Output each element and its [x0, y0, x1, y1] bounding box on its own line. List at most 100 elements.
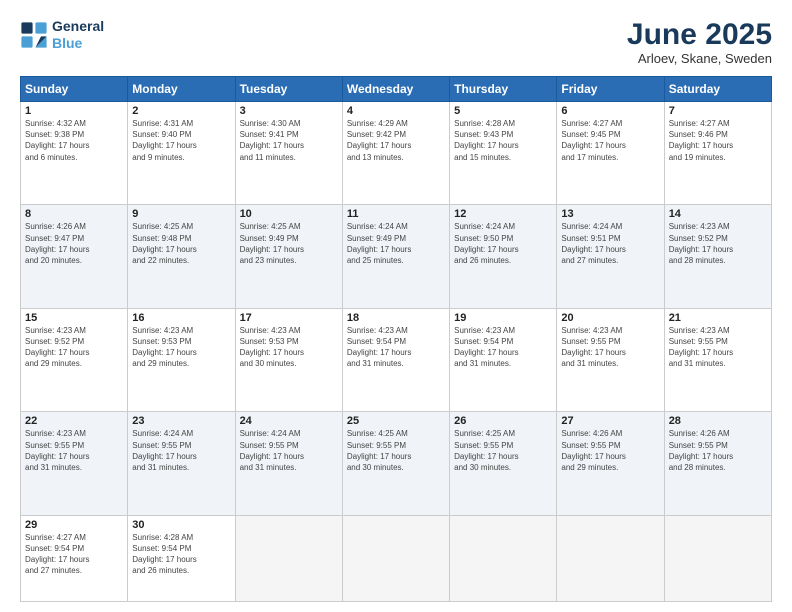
table-row: 29Sunrise: 4:27 AM Sunset: 9:54 PM Dayli…	[21, 515, 128, 601]
header-monday: Monday	[128, 77, 235, 102]
day-info: Sunrise: 4:23 AM Sunset: 9:55 PM Dayligh…	[669, 325, 767, 370]
day-number: 4	[347, 105, 445, 117]
day-info: Sunrise: 4:26 AM Sunset: 9:55 PM Dayligh…	[561, 428, 659, 473]
calendar-week-row: 29Sunrise: 4:27 AM Sunset: 9:54 PM Dayli…	[21, 515, 772, 601]
logo-icon	[20, 21, 48, 49]
calendar-header-row: Sunday Monday Tuesday Wednesday Thursday…	[21, 77, 772, 102]
day-info: Sunrise: 4:25 AM Sunset: 9:55 PM Dayligh…	[454, 428, 552, 473]
day-number: 7	[669, 105, 767, 117]
table-row: 14Sunrise: 4:23 AM Sunset: 9:52 PM Dayli…	[664, 205, 771, 308]
day-info: Sunrise: 4:24 AM Sunset: 9:55 PM Dayligh…	[132, 428, 230, 473]
day-info: Sunrise: 4:27 AM Sunset: 9:54 PM Dayligh…	[25, 532, 123, 577]
calendar-week-row: 8Sunrise: 4:26 AM Sunset: 9:47 PM Daylig…	[21, 205, 772, 308]
header: General Blue June 2025 Arloev, Skane, Sw…	[20, 18, 772, 66]
table-row: 6Sunrise: 4:27 AM Sunset: 9:45 PM Daylig…	[557, 102, 664, 205]
day-info: Sunrise: 4:24 AM Sunset: 9:55 PM Dayligh…	[240, 428, 338, 473]
day-info: Sunrise: 4:23 AM Sunset: 9:53 PM Dayligh…	[132, 325, 230, 370]
day-number: 15	[25, 312, 123, 324]
table-row: 26Sunrise: 4:25 AM Sunset: 9:55 PM Dayli…	[450, 412, 557, 515]
day-number: 23	[132, 415, 230, 427]
table-row: 30Sunrise: 4:28 AM Sunset: 9:54 PM Dayli…	[128, 515, 235, 601]
table-row: 2Sunrise: 4:31 AM Sunset: 9:40 PM Daylig…	[128, 102, 235, 205]
day-number: 28	[669, 415, 767, 427]
day-number: 9	[132, 208, 230, 220]
day-info: Sunrise: 4:23 AM Sunset: 9:53 PM Dayligh…	[240, 325, 338, 370]
table-row: 27Sunrise: 4:26 AM Sunset: 9:55 PM Dayli…	[557, 412, 664, 515]
day-info: Sunrise: 4:28 AM Sunset: 9:43 PM Dayligh…	[454, 118, 552, 163]
table-row: 22Sunrise: 4:23 AM Sunset: 9:55 PM Dayli…	[21, 412, 128, 515]
day-info: Sunrise: 4:23 AM Sunset: 9:52 PM Dayligh…	[25, 325, 123, 370]
day-number: 21	[669, 312, 767, 324]
table-row: 17Sunrise: 4:23 AM Sunset: 9:53 PM Dayli…	[235, 308, 342, 411]
table-row: 13Sunrise: 4:24 AM Sunset: 9:51 PM Dayli…	[557, 205, 664, 308]
calendar-week-row: 15Sunrise: 4:23 AM Sunset: 9:52 PM Dayli…	[21, 308, 772, 411]
table-row: 12Sunrise: 4:24 AM Sunset: 9:50 PM Dayli…	[450, 205, 557, 308]
day-number: 27	[561, 415, 659, 427]
day-info: Sunrise: 4:25 AM Sunset: 9:55 PM Dayligh…	[347, 428, 445, 473]
header-friday: Friday	[557, 77, 664, 102]
subtitle: Arloev, Skane, Sweden	[627, 51, 772, 66]
day-info: Sunrise: 4:26 AM Sunset: 9:47 PM Dayligh…	[25, 221, 123, 266]
day-info: Sunrise: 4:23 AM Sunset: 9:54 PM Dayligh…	[454, 325, 552, 370]
day-info: Sunrise: 4:25 AM Sunset: 9:48 PM Dayligh…	[132, 221, 230, 266]
table-row: 3Sunrise: 4:30 AM Sunset: 9:41 PM Daylig…	[235, 102, 342, 205]
day-number: 1	[25, 105, 123, 117]
day-number: 30	[132, 519, 230, 531]
table-row: 10Sunrise: 4:25 AM Sunset: 9:49 PM Dayli…	[235, 205, 342, 308]
day-number: 20	[561, 312, 659, 324]
day-info: Sunrise: 4:23 AM Sunset: 9:55 PM Dayligh…	[25, 428, 123, 473]
table-row	[342, 515, 449, 601]
day-info: Sunrise: 4:24 AM Sunset: 9:49 PM Dayligh…	[347, 221, 445, 266]
day-number: 2	[132, 105, 230, 117]
header-thursday: Thursday	[450, 77, 557, 102]
table-row	[235, 515, 342, 601]
table-row	[557, 515, 664, 601]
day-number: 29	[25, 519, 123, 531]
table-row: 9Sunrise: 4:25 AM Sunset: 9:48 PM Daylig…	[128, 205, 235, 308]
table-row: 1Sunrise: 4:32 AM Sunset: 9:38 PM Daylig…	[21, 102, 128, 205]
day-number: 17	[240, 312, 338, 324]
table-row: 7Sunrise: 4:27 AM Sunset: 9:46 PM Daylig…	[664, 102, 771, 205]
logo-text: General Blue	[52, 18, 104, 52]
header-tuesday: Tuesday	[235, 77, 342, 102]
title-block: June 2025 Arloev, Skane, Sweden	[627, 18, 772, 66]
day-info: Sunrise: 4:28 AM Sunset: 9:54 PM Dayligh…	[132, 532, 230, 577]
table-row: 19Sunrise: 4:23 AM Sunset: 9:54 PM Dayli…	[450, 308, 557, 411]
day-number: 16	[132, 312, 230, 324]
table-row: 11Sunrise: 4:24 AM Sunset: 9:49 PM Dayli…	[342, 205, 449, 308]
header-wednesday: Wednesday	[342, 77, 449, 102]
table-row	[664, 515, 771, 601]
table-row: 18Sunrise: 4:23 AM Sunset: 9:54 PM Dayli…	[342, 308, 449, 411]
table-row: 25Sunrise: 4:25 AM Sunset: 9:55 PM Dayli…	[342, 412, 449, 515]
day-info: Sunrise: 4:24 AM Sunset: 9:51 PM Dayligh…	[561, 221, 659, 266]
calendar-week-row: 22Sunrise: 4:23 AM Sunset: 9:55 PM Dayli…	[21, 412, 772, 515]
day-number: 8	[25, 208, 123, 220]
header-sunday: Sunday	[21, 77, 128, 102]
day-info: Sunrise: 4:29 AM Sunset: 9:42 PM Dayligh…	[347, 118, 445, 163]
table-row: 5Sunrise: 4:28 AM Sunset: 9:43 PM Daylig…	[450, 102, 557, 205]
day-number: 25	[347, 415, 445, 427]
day-number: 3	[240, 105, 338, 117]
day-info: Sunrise: 4:23 AM Sunset: 9:52 PM Dayligh…	[669, 221, 767, 266]
table-row: 24Sunrise: 4:24 AM Sunset: 9:55 PM Dayli…	[235, 412, 342, 515]
day-number: 11	[347, 208, 445, 220]
day-number: 10	[240, 208, 338, 220]
table-row: 21Sunrise: 4:23 AM Sunset: 9:55 PM Dayli…	[664, 308, 771, 411]
day-number: 26	[454, 415, 552, 427]
day-info: Sunrise: 4:26 AM Sunset: 9:55 PM Dayligh…	[669, 428, 767, 473]
day-info: Sunrise: 4:32 AM Sunset: 9:38 PM Dayligh…	[25, 118, 123, 163]
logo: General Blue	[20, 18, 104, 52]
table-row: 4Sunrise: 4:29 AM Sunset: 9:42 PM Daylig…	[342, 102, 449, 205]
day-number: 12	[454, 208, 552, 220]
day-number: 24	[240, 415, 338, 427]
day-info: Sunrise: 4:23 AM Sunset: 9:54 PM Dayligh…	[347, 325, 445, 370]
table-row: 23Sunrise: 4:24 AM Sunset: 9:55 PM Dayli…	[128, 412, 235, 515]
table-row: 8Sunrise: 4:26 AM Sunset: 9:47 PM Daylig…	[21, 205, 128, 308]
calendar-table: Sunday Monday Tuesday Wednesday Thursday…	[20, 76, 772, 602]
table-row: 16Sunrise: 4:23 AM Sunset: 9:53 PM Dayli…	[128, 308, 235, 411]
table-row: 28Sunrise: 4:26 AM Sunset: 9:55 PM Dayli…	[664, 412, 771, 515]
day-number: 19	[454, 312, 552, 324]
day-info: Sunrise: 4:31 AM Sunset: 9:40 PM Dayligh…	[132, 118, 230, 163]
day-number: 13	[561, 208, 659, 220]
table-row: 20Sunrise: 4:23 AM Sunset: 9:55 PM Dayli…	[557, 308, 664, 411]
